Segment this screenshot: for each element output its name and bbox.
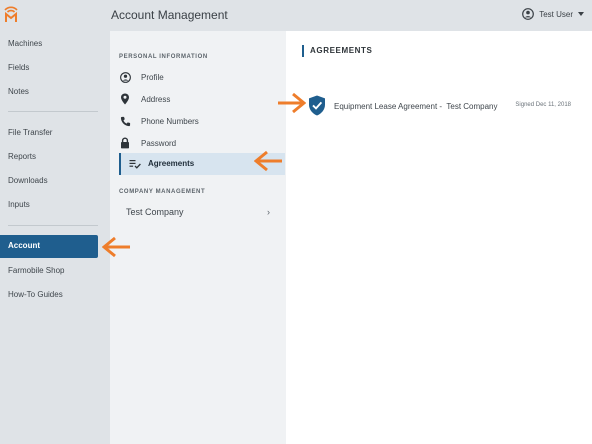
caret-down-icon	[578, 12, 584, 16]
sidebar-item-how-to-guides[interactable]: How-To Guides	[8, 288, 63, 302]
sidebar: Machines Fields Notes File Transfer Repo…	[0, 31, 110, 444]
sidebar-item-machines[interactable]: Machines	[8, 37, 42, 51]
chevron-right-icon: ›	[267, 207, 270, 217]
section-title-company: COMPANY MANAGEMENT	[119, 189, 206, 195]
user-name: Test User	[539, 9, 573, 19]
farmobile-logo-icon[interactable]	[3, 3, 19, 23]
subnav-item-profile[interactable]: Profile	[119, 70, 277, 84]
subnav-item-label: Phone Numbers	[141, 116, 199, 126]
subnav-item-phone-numbers[interactable]: Phone Numbers	[119, 114, 277, 128]
lock-icon	[119, 137, 131, 149]
sidebar-item-farmobile-shop[interactable]: Farmobile Shop	[8, 264, 64, 278]
agreement-row[interactable]: Equipment Lease Agreement - Test Company…	[308, 95, 578, 117]
subnav-item-label: Agreements	[148, 159, 195, 168]
subnav-item-password[interactable]: Password	[119, 136, 277, 150]
subnav-item-label: Address	[141, 94, 171, 104]
account-subnav: PERSONAL INFORMATION Profile Address Pho…	[110, 31, 286, 444]
person-circle-icon	[119, 71, 131, 83]
section-title-personal: PERSONAL INFORMATION	[119, 54, 208, 60]
top-bar: Account Management Test User	[0, 0, 592, 31]
section-heading: AGREEMENTS	[302, 45, 372, 57]
sidebar-item-reports[interactable]: Reports	[8, 150, 36, 164]
sidebar-item-label: Account	[8, 241, 40, 250]
sidebar-item-account[interactable]: Account	[0, 235, 98, 258]
annotation-arrow-icon	[278, 92, 306, 114]
subnav-item-address[interactable]: Address	[119, 92, 277, 106]
sidebar-item-inputs[interactable]: Inputs	[8, 198, 30, 212]
main-content: AGREEMENTS Equipment Lease Agreement - T…	[286, 31, 592, 444]
location-pin-icon	[119, 93, 131, 105]
subnav-item-label: Profile	[141, 72, 164, 82]
subnav-item-label: Password	[141, 138, 177, 148]
agreement-signed-date: Signed Dec 11, 2018	[515, 102, 571, 108]
list-check-icon	[129, 160, 141, 169]
user-menu[interactable]: Test User	[522, 8, 584, 20]
subnav-item-test-company[interactable]: Test Company ›	[126, 207, 270, 221]
sidebar-item-downloads[interactable]: Downloads	[8, 174, 48, 188]
user-avatar-icon	[522, 8, 535, 20]
page-title: Account Management	[111, 8, 228, 22]
sidebar-divider	[8, 111, 98, 112]
agreement-name: Equipment Lease Agreement - Test Company	[334, 102, 498, 111]
annotation-arrow-icon	[102, 236, 130, 258]
sidebar-item-notes[interactable]: Notes	[8, 85, 29, 99]
sidebar-divider	[8, 225, 98, 226]
annotation-arrow-icon	[254, 150, 282, 172]
sidebar-item-fields[interactable]: Fields	[8, 61, 29, 75]
phone-icon	[119, 115, 131, 127]
shield-check-icon	[309, 95, 325, 116]
subnav-item-label: Test Company	[126, 207, 184, 217]
sidebar-item-file-transfer[interactable]: File Transfer	[8, 126, 52, 140]
